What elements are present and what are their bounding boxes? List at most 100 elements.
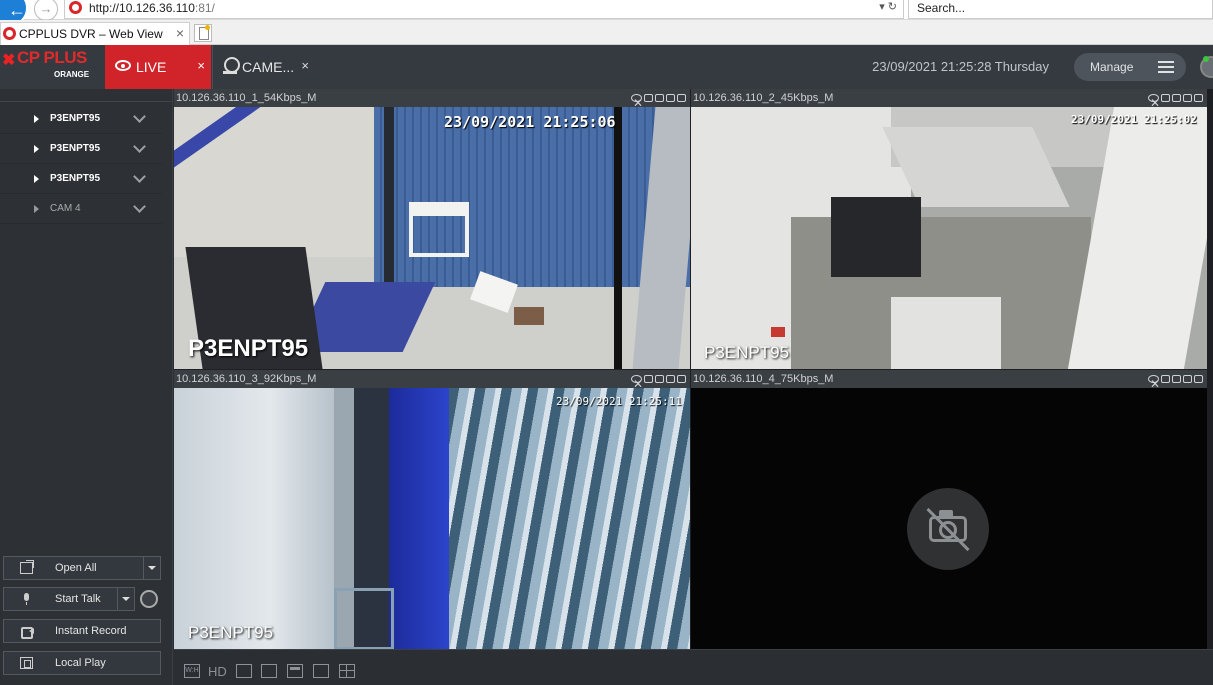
- grid-settings-icon[interactable]: [236, 664, 252, 678]
- tab-live-label: LIVE: [136, 59, 167, 75]
- start-talk-button[interactable]: Start Talk: [3, 587, 135, 611]
- manage-label: Manage: [1090, 60, 1134, 74]
- video-feed-empty: [691, 388, 1207, 649]
- zoom-icon[interactable]: [1194, 94, 1203, 102]
- manage-button[interactable]: Manage: [1074, 53, 1186, 81]
- device-tree-item[interactable]: P3ENPT95: [0, 134, 162, 164]
- record-icon[interactable]: [655, 94, 664, 102]
- device-label: P3ENPT95: [50, 143, 101, 154]
- osd-camera-name: P3ENPT95: [188, 623, 274, 642]
- open-all-label: Open All: [55, 562, 97, 574]
- logo-subtext: ORANGE: [54, 70, 90, 79]
- aspect-ratio-button[interactable]: W:H: [184, 664, 200, 678]
- snapshot-icon[interactable]: [1161, 375, 1170, 383]
- expand-triangle-icon[interactable]: [34, 205, 39, 213]
- pane-title-bar: 10.126.36.110_1_54Kbps_M ✕: [174, 89, 690, 110]
- osd-timestamp: 23/09/2021 21:25:06: [444, 113, 616, 131]
- new-tab-button[interactable]: [194, 24, 212, 42]
- close-tab-icon[interactable]: ×: [176, 25, 184, 41]
- instant-record-button[interactable]: Instant Record: [3, 619, 161, 643]
- pane-title-bar: 10.126.36.110_3_92Kbps_M ✕: [174, 370, 690, 391]
- scene-wall: [174, 388, 334, 649]
- pane-title: 10.126.36.110_3_92Kbps_M: [176, 373, 317, 385]
- video-pane-4[interactable]: 10.126.36.110_4_75Kbps_M ✕: [691, 370, 1207, 649]
- device-tree-item[interactable]: P3ENPT95: [0, 104, 162, 134]
- expand-triangle-icon[interactable]: [34, 115, 39, 123]
- url-input[interactable]: http://10.126.36.110:81/ ▾ ↻: [64, 0, 904, 19]
- start-talk-dropdown[interactable]: [117, 588, 134, 610]
- video-pane-1[interactable]: 10.126.36.110_1_54Kbps_M ✕ 23/09/2021 21…: [174, 89, 690, 369]
- chevron-down-icon[interactable]: [133, 110, 146, 123]
- scene-box: [514, 307, 544, 325]
- zoom-icon[interactable]: [677, 375, 686, 383]
- search-placeholder: Search...: [917, 1, 966, 15]
- device-label: P3ENPT95: [50, 173, 101, 184]
- video-feed: 23/09/2021 21:25:11 P3ENPT95: [174, 388, 690, 649]
- browser-tab-title: CPPLUS DVR – Web View: [19, 27, 163, 41]
- local-play-label: Local Play: [55, 657, 106, 669]
- record-icon[interactable]: [1172, 94, 1181, 102]
- pane-title: 10.126.36.110_1_54Kbps_M: [176, 92, 317, 104]
- zoom-icon[interactable]: [1194, 375, 1203, 383]
- zoom-icon[interactable]: [677, 94, 686, 102]
- close-icon[interactable]: ×: [301, 58, 309, 73]
- pane-title: 10.126.36.110_4_75Kbps_M: [693, 373, 834, 385]
- osd-timestamp: 23/09/2021 21:25:02: [1071, 113, 1197, 126]
- browser-address-bar: ← → http://10.126.36.110:81/ ▾ ↻ Search.…: [0, 0, 1213, 26]
- device-tree-item[interactable]: CAM 4: [0, 194, 162, 224]
- snapshot-icon[interactable]: [644, 94, 653, 102]
- pane-tools: ✕: [629, 374, 686, 391]
- audio-icon[interactable]: [1183, 375, 1192, 383]
- refresh-icon[interactable]: ▾ ↻: [879, 0, 897, 13]
- browser-tab[interactable]: CPPLUS DVR – Web View ×: [0, 22, 190, 45]
- connection-status-icon[interactable]: [1200, 56, 1213, 78]
- open-all-button[interactable]: Open All: [3, 556, 161, 580]
- snapshot-icon[interactable]: [1161, 94, 1170, 102]
- device-tree-header: [0, 89, 173, 102]
- expand-triangle-icon[interactable]: [34, 175, 39, 183]
- open-all-dropdown[interactable]: [143, 557, 160, 579]
- chevron-down-icon[interactable]: [133, 200, 146, 213]
- record-icon[interactable]: [1172, 375, 1181, 383]
- device-tree: P3ENPT95 P3ENPT95 P3ENPT95 CAM 4: [0, 104, 162, 224]
- microphone-icon: [20, 593, 33, 605]
- fit-screen-icon[interactable]: [261, 664, 277, 678]
- url-text: http://10.126.36.110:81/: [89, 1, 215, 15]
- pane-title: 10.126.36.110_2_45Kbps_M: [693, 92, 834, 104]
- audio-icon[interactable]: [1183, 94, 1192, 102]
- scene-pole: [614, 107, 622, 369]
- close-icon[interactable]: ×: [197, 58, 205, 73]
- audio-icon[interactable]: [666, 375, 675, 383]
- osd-camera-name: P3ENPT95: [704, 343, 790, 362]
- record-icon[interactable]: [655, 375, 664, 383]
- device-tree-item[interactable]: P3ENPT95: [0, 164, 162, 194]
- expand-triangle-icon[interactable]: [34, 145, 39, 153]
- chevron-down-icon[interactable]: [133, 170, 146, 183]
- window-view-icon[interactable]: [313, 664, 329, 678]
- osd-timestamp: 23/09/2021 21:25:11: [556, 395, 682, 408]
- scene-rack: [831, 197, 921, 277]
- snapshot-icon[interactable]: [644, 375, 653, 383]
- eye-icon: [115, 60, 131, 71]
- browser-search-input[interactable]: Search...: [908, 0, 1213, 19]
- tab-camera[interactable]: CAME... ×: [212, 45, 314, 89]
- single-view-icon[interactable]: [287, 664, 303, 678]
- chevron-down-icon[interactable]: [133, 140, 146, 153]
- hd-button[interactable]: HD: [208, 664, 227, 679]
- scene-object: [771, 327, 785, 337]
- local-play-button[interactable]: Local Play: [3, 651, 161, 675]
- talk-status-indicator[interactable]: [140, 590, 158, 608]
- open-external-icon: [20, 560, 34, 574]
- menu-icon: [1158, 61, 1174, 73]
- video-camera-icon: [20, 625, 34, 639]
- quad-view-icon[interactable]: [339, 664, 355, 678]
- video-feed: 23/09/2021 21:25:06 P3ENPT95: [174, 107, 690, 369]
- video-pane-2[interactable]: 10.126.36.110_2_45Kbps_M ✕ 23/09/2021 21…: [691, 89, 1207, 369]
- webcam-icon: [222, 57, 240, 75]
- audio-icon[interactable]: [666, 94, 675, 102]
- tab-live[interactable]: LIVE ×: [105, 45, 211, 89]
- forward-button[interactable]: →: [34, 0, 58, 21]
- osd-camera-name: P3ENPT95: [188, 335, 309, 362]
- video-pane-3[interactable]: 10.126.36.110_3_92Kbps_M ✕ 23/09/2021 21…: [174, 370, 690, 649]
- logo-text: CP PLUS: [17, 48, 87, 67]
